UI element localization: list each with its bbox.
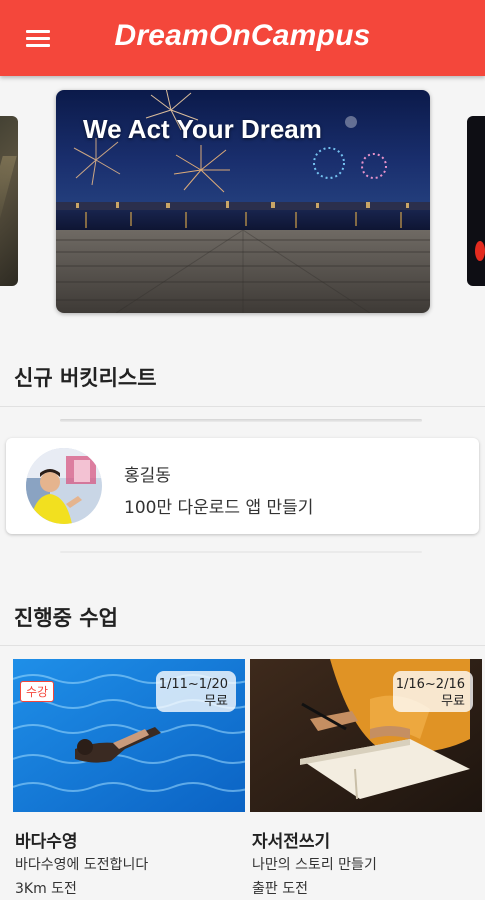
section-divider [0, 406, 485, 407]
class-price: 무료 [441, 694, 465, 709]
class-dates: 1/11~1/20 [158, 677, 228, 692]
user-name: 홍길동 [124, 466, 171, 486]
class-title: 자서전쓰기 [252, 832, 331, 852]
new-bucketlist-title: 신규 버킷리스트 [14, 366, 157, 390]
banner-carousel[interactable]: We Act Your Dream [0, 76, 485, 331]
banner-card[interactable]: We Act Your Dream [56, 90, 430, 313]
user-avatar [26, 448, 102, 524]
class-card-swimming[interactable]: 수강 1/11~1/20 무료 바다수영 바다수영에 도전합니다 3Km 도전 [13, 659, 245, 897]
class-description: 바다수영에 도전합니다 [15, 857, 149, 873]
class-description: 나만의 스토리 만들기 [252, 857, 377, 873]
class-card-autobiography[interactable]: 1/16~2/16 무료 자서전쓰기 나만의 스토리 만들기 출판 도전 [250, 659, 482, 897]
date-price-badge: 1/11~1/20 무료 [156, 671, 236, 712]
banner-headline: We Act Your Dream [83, 114, 322, 144]
class-price: 무료 [204, 694, 228, 709]
carousel-prev-card[interactable] [0, 116, 18, 286]
list-shadow-bottom [60, 551, 422, 553]
class-dates: 1/16~2/16 [395, 677, 465, 692]
bucketlist-item[interactable]: 홍길동 100만 다운로드 앱 만들기 [6, 438, 479, 534]
section-divider [0, 645, 485, 646]
carousel-next-card[interactable] [467, 116, 485, 286]
bucketlist-goal: 100만 다운로드 앱 만들기 [124, 498, 314, 518]
date-price-badge: 1/16~2/16 무료 [393, 671, 473, 712]
class-subtitle: 출판 도전 [252, 881, 308, 897]
class-image-swimming: 수강 1/11~1/20 무료 [13, 659, 245, 812]
ongoing-classes-title: 진행중 수업 [14, 606, 118, 630]
class-title: 바다수영 [15, 832, 78, 852]
list-shadow-top [60, 419, 422, 422]
class-subtitle: 3Km 도전 [15, 881, 77, 897]
app-bar: DreamOnCampus [0, 0, 485, 76]
enrolled-badge: 수강 [20, 681, 55, 702]
class-image-autobiography: 1/16~2/16 무료 [250, 659, 482, 812]
app-title: DreamOnCampus [114, 19, 371, 52]
